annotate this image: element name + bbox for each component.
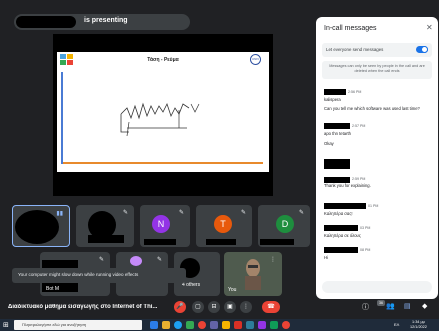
sender-redacted [324,203,366,209]
edge-icon[interactable] [174,321,182,329]
messages-notice: Messages can only be seen by people in t… [322,61,432,79]
video-effects-warning: Your computer might slow down while runn… [12,268,186,283]
sender-redacted [324,225,358,231]
participant-video-redacted [15,210,59,244]
participant-tile-2[interactable]: ✎ [76,205,134,247]
app-icon[interactable] [282,321,290,329]
task-view-icon[interactable] [150,321,158,329]
message-time: 08 PM [360,248,371,252]
message-time: 01 PM [368,204,379,208]
message-text: apo thn tetarth [324,131,352,136]
slide-drawing [61,72,263,164]
panel-title: In-call messages [324,25,377,32]
participant-name-redacted [88,235,124,243]
message-time: 2:59 PM [352,177,366,181]
participant-tile-t[interactable]: T ✎ [196,205,252,247]
participant-name-redacted [260,239,294,245]
self-label: You [228,287,237,293]
app-icon[interactable] [258,321,266,329]
chrome-icon[interactable] [198,321,206,329]
mic-off-icon: ✎ [178,210,184,216]
mic-off-icon: ✎ [298,210,304,216]
participant-tile-n[interactable]: N ✎ [140,205,190,247]
meeting-title: Διαδικτυακό μάθημα εισαγωγής στο Interne… [8,304,158,310]
sender-redacted [324,89,346,95]
windows-taskbar: ⊞ Πληκτρολογήστε εδώ για αναζήτηση ΕΛ 1:… [0,319,439,331]
message-text: Thank you for explaining. [324,183,371,188]
send-messages-toggle[interactable] [416,46,428,53]
message-time: 03 PM [360,226,371,230]
captions-button[interactable]: ⊟ [208,301,220,313]
let-everyone-send-setting: Let everyone send messages [322,43,432,57]
sender-redacted [324,123,350,129]
end-call-button[interactable]: ☎ [262,301,280,313]
participant-avatar-n: N [152,215,170,233]
mic-button[interactable]: 🎤 [174,301,186,313]
participant-avatar-d: D [276,215,294,233]
more-options-icon[interactable]: ⋮ [270,256,276,263]
people-count-badge: 36 [377,300,385,306]
message-time: 2:56 PM [348,90,362,94]
let-everyone-label: Let everyone send messages [326,47,384,52]
taskbar-clock[interactable]: 1:34 μμ 12/1/2022 [410,320,427,330]
participant-avatar-t: T [214,215,232,233]
sender-redacted [324,247,358,253]
message-text: Okay [324,141,334,146]
sender-redacted [324,159,350,169]
taskbar-search-input[interactable]: Πληκτρολογήστε εδώ για αναζήτηση [14,320,142,330]
activities-icon[interactable]: ◆ [422,302,427,310]
store-icon[interactable] [186,321,194,329]
mic-off-icon: ✎ [240,210,246,216]
camera-button[interactable]: ▢ [192,301,204,313]
mic-off-icon: ✎ [122,210,128,216]
app-icon[interactable] [270,321,278,329]
send-message-input[interactable] [322,281,432,293]
slide: Τάση - Ρεύμα UNIV [57,52,269,172]
participant-label: Bot M [46,286,60,292]
mic-off-icon: ✎ [156,257,162,263]
message-text: Καληπέρα σας! [324,211,353,216]
teams-icon[interactable] [210,321,218,329]
close-icon[interactable]: ✕ [426,23,433,32]
message-text: kalispera [324,97,341,102]
presenter-name-redacted [16,16,76,28]
participant-name-redacted [206,239,236,245]
self-video [245,259,261,290]
participant-tile-presenter[interactable]: ▮▮ [12,205,70,247]
language-indicator[interactable]: ΕΛ [394,322,399,327]
folder-icon[interactable] [222,321,230,329]
message-text: Καληπέρα σε όλους [324,233,361,238]
present-button[interactable]: ▣ [224,301,236,313]
powerpoint-icon[interactable] [234,321,242,329]
chat-icon[interactable]: ▤ [404,302,411,310]
presenter-label: is presenting [84,17,128,24]
people-icon[interactable]: 👥 [386,302,395,310]
message-text: Hi [324,255,328,260]
in-call-messages-panel: In-call messages ✕ Let everyone send mes… [316,17,438,299]
presenter-banner: is presenting [14,14,190,30]
presentation-stage: Τάση - Ρεύμα UNIV [53,34,273,196]
participant-tile-d[interactable]: D ✎ [258,205,310,247]
self-view-tile[interactable]: You ⋮ [224,252,282,296]
app-icon[interactable] [246,321,254,329]
message-text: Can you tell me which software was used … [324,106,420,111]
others-label: 4 others [182,282,201,288]
windows-start-icon[interactable]: ⊞ [3,321,9,329]
file-explorer-icon[interactable] [162,321,170,329]
message-time: 2:57 PM [352,124,366,128]
more-options-button[interactable]: ⋮ [240,301,252,313]
mic-off-icon: ✎ [98,257,104,263]
participant-name-redacted [144,239,176,245]
clock-date: 12/1/2022 [410,325,427,329]
info-icon[interactable]: ⓘ [362,302,369,312]
speaking-icon: ▮▮ [56,211,63,217]
participant-avatar [130,256,142,266]
